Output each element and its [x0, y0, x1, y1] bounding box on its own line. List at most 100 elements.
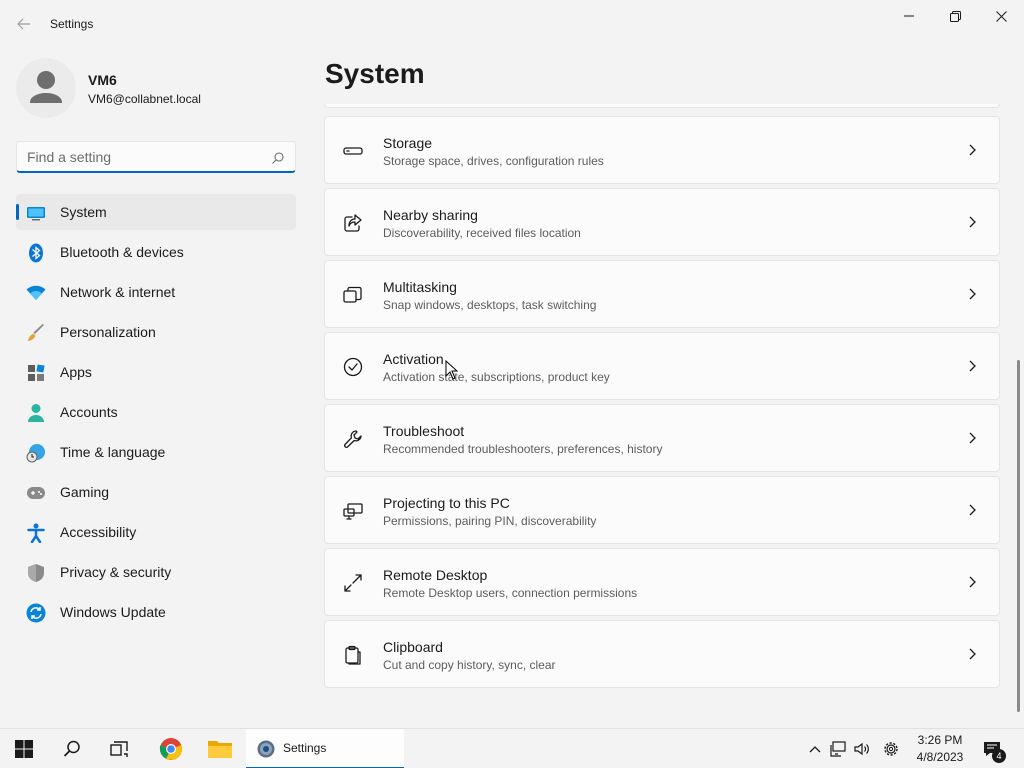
card-title: Multitasking	[383, 279, 457, 295]
settings-taskbar-button[interactable]: Settings	[246, 729, 404, 768]
close-button[interactable]	[978, 0, 1024, 32]
apps-grid-icon	[26, 363, 46, 383]
gear-icon	[884, 742, 898, 756]
wrench-icon	[343, 429, 363, 449]
card-description: Discoverability, received files location	[383, 226, 581, 240]
chevron-right-icon	[967, 359, 977, 373]
settings-card-troubleshoot[interactable]: Troubleshoot Recommended troubleshooters…	[324, 404, 1000, 472]
sidebar-item-label: Accessibility	[60, 524, 137, 540]
sidebar-item-system[interactable]: System	[16, 194, 296, 230]
file-explorer-taskbar-button[interactable]	[200, 729, 240, 768]
sidebar-item-accounts[interactable]: Accounts	[16, 394, 296, 430]
card-description: Activation state, subscriptions, product…	[383, 370, 610, 384]
clock-time[interactable]: 3:26 PM	[910, 733, 970, 747]
card-description: Remote Desktop users, connection permiss…	[383, 586, 638, 600]
card-title: Nearby sharing	[383, 207, 478, 223]
storage-drive-icon	[343, 141, 363, 161]
sidebar-item-gaming[interactable]: Gaming	[16, 474, 296, 510]
chevron-right-icon	[967, 287, 977, 301]
search-box[interactable]	[16, 141, 296, 173]
globe-clock-icon	[26, 443, 46, 463]
minimize-button[interactable]	[886, 0, 932, 32]
task-view-icon	[110, 741, 128, 757]
card-title: Remote Desktop	[383, 567, 488, 583]
volume-tray-button[interactable]	[852, 729, 872, 768]
sidebar-item-label: Gaming	[60, 484, 110, 500]
start-icon	[15, 740, 33, 758]
back-button[interactable]	[12, 12, 36, 36]
title-bar: Settings	[0, 0, 1024, 48]
show-hidden-icons-button[interactable]	[806, 729, 824, 768]
multitasking-icon	[343, 285, 363, 305]
chevron-up-icon	[809, 746, 821, 753]
card-description: Snap windows, desktops, task switching	[383, 298, 597, 312]
task-view-button[interactable]	[99, 729, 139, 768]
sidebar-item-time-language[interactable]: Time & language	[16, 434, 296, 470]
vertical-scrollbar[interactable]	[1017, 360, 1020, 712]
search-input[interactable]	[27, 149, 257, 165]
notification-count-badge: 4	[992, 749, 1006, 763]
clock-date[interactable]: 4/8/2023	[910, 750, 970, 764]
user-name: VM6	[88, 72, 117, 88]
user-email: VM6@collabnet.local	[88, 92, 201, 106]
card-description: Cut and copy history, sync, clear	[383, 658, 556, 672]
search-icon	[63, 740, 80, 757]
chevron-right-icon	[967, 647, 977, 661]
sidebar-item-label: Personalization	[60, 324, 156, 340]
paintbrush-icon	[26, 323, 46, 343]
chrome-taskbar-button[interactable]	[151, 729, 191, 768]
settings-card-multitasking[interactable]: Multitasking Snap windows, desktops, tas…	[324, 260, 1000, 328]
settings-card-clipboard[interactable]: Clipboard Cut and copy history, sync, cl…	[324, 620, 1000, 688]
settings-icon	[257, 740, 275, 758]
chevron-right-icon	[967, 575, 977, 589]
settings-card-activation[interactable]: Activation Activation state, subscriptio…	[324, 332, 1000, 400]
card-description: Recommended troubleshooters, preferences…	[383, 442, 663, 456]
settings-card-projecting[interactable]: Projecting to this PC Permissions, pairi…	[324, 476, 1000, 544]
sidebar-item-label: Bluetooth & devices	[60, 244, 184, 260]
settings-card-remote-desktop[interactable]: Remote Desktop Remote Desktop users, con…	[324, 548, 1000, 616]
sidebar-item-apps[interactable]: Apps	[16, 354, 296, 390]
restore-icon	[949, 10, 961, 22]
sidebar-nav: System Bluetooth & devices Network & int…	[16, 194, 296, 634]
sidebar-item-label: Time & language	[60, 444, 166, 460]
taskbar: Settings 3:26 PM 4/8/2023 4	[0, 728, 1024, 768]
sidebar-item-privacy[interactable]: Privacy & security	[16, 554, 296, 590]
chevron-right-icon	[967, 143, 977, 157]
gamepad-icon	[26, 483, 46, 503]
sidebar-item-network[interactable]: Network & internet	[16, 274, 296, 310]
sidebar-item-label: Privacy & security	[60, 564, 172, 580]
start-button[interactable]	[4, 729, 44, 768]
file-explorer-icon	[208, 741, 232, 758]
taskbar-search-button[interactable]	[52, 729, 92, 768]
chrome-icon	[159, 738, 183, 760]
maximize-button[interactable]	[932, 0, 978, 32]
sidebar-item-label: Windows Update	[60, 604, 166, 620]
user-avatar-icon	[30, 71, 62, 103]
network-tray-button[interactable]	[828, 729, 848, 768]
chevron-right-icon	[967, 431, 977, 445]
sidebar-item-personalization[interactable]: Personalization	[16, 314, 296, 350]
sidebar-item-label: Apps	[60, 364, 92, 380]
card-title: Clipboard	[383, 639, 443, 655]
settings-tray-button[interactable]	[880, 729, 902, 768]
settings-card-previous[interactable]	[324, 104, 1000, 108]
mouse-cursor-icon	[445, 360, 459, 380]
card-title: Troubleshoot	[383, 423, 465, 439]
person-icon	[26, 403, 46, 423]
settings-card-nearby-sharing[interactable]: Nearby sharing Discoverability, received…	[324, 188, 1000, 256]
sidebar-item-label: Network & internet	[60, 284, 176, 300]
sidebar-item-bluetooth[interactable]: Bluetooth & devices	[16, 234, 296, 270]
projecting-icon	[343, 501, 363, 521]
bluetooth-icon	[26, 243, 46, 263]
chevron-right-icon	[967, 215, 977, 229]
sidebar-item-windows-update[interactable]: Windows Update	[16, 594, 296, 630]
user-profile[interactable]: VM6 VM6@collabnet.local	[16, 58, 296, 118]
wifi-icon	[26, 283, 46, 303]
settings-card-storage[interactable]: Storage Storage space, drives, configura…	[324, 116, 1000, 184]
settings-list: Storage Storage space, drives, configura…	[324, 104, 1004, 714]
shield-icon	[26, 563, 46, 583]
minimize-icon	[904, 15, 914, 17]
share-icon	[343, 213, 363, 233]
sidebar-item-accessibility[interactable]: Accessibility	[16, 514, 296, 550]
search-icon	[272, 152, 284, 164]
